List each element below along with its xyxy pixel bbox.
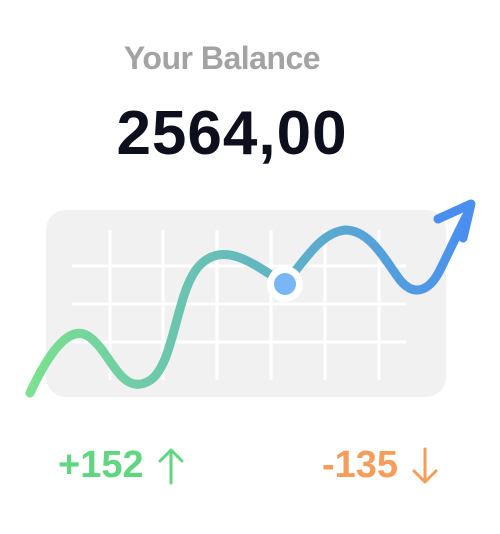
income-value: +152 bbox=[58, 444, 144, 486]
expense-stat: -135 bbox=[322, 444, 438, 487]
highlight-dot-icon bbox=[267, 266, 303, 302]
arrow-up-icon bbox=[158, 448, 184, 484]
expense-value: -135 bbox=[322, 444, 399, 486]
arrow-down-icon bbox=[412, 447, 438, 483]
income-stat: +152 bbox=[58, 444, 184, 487]
